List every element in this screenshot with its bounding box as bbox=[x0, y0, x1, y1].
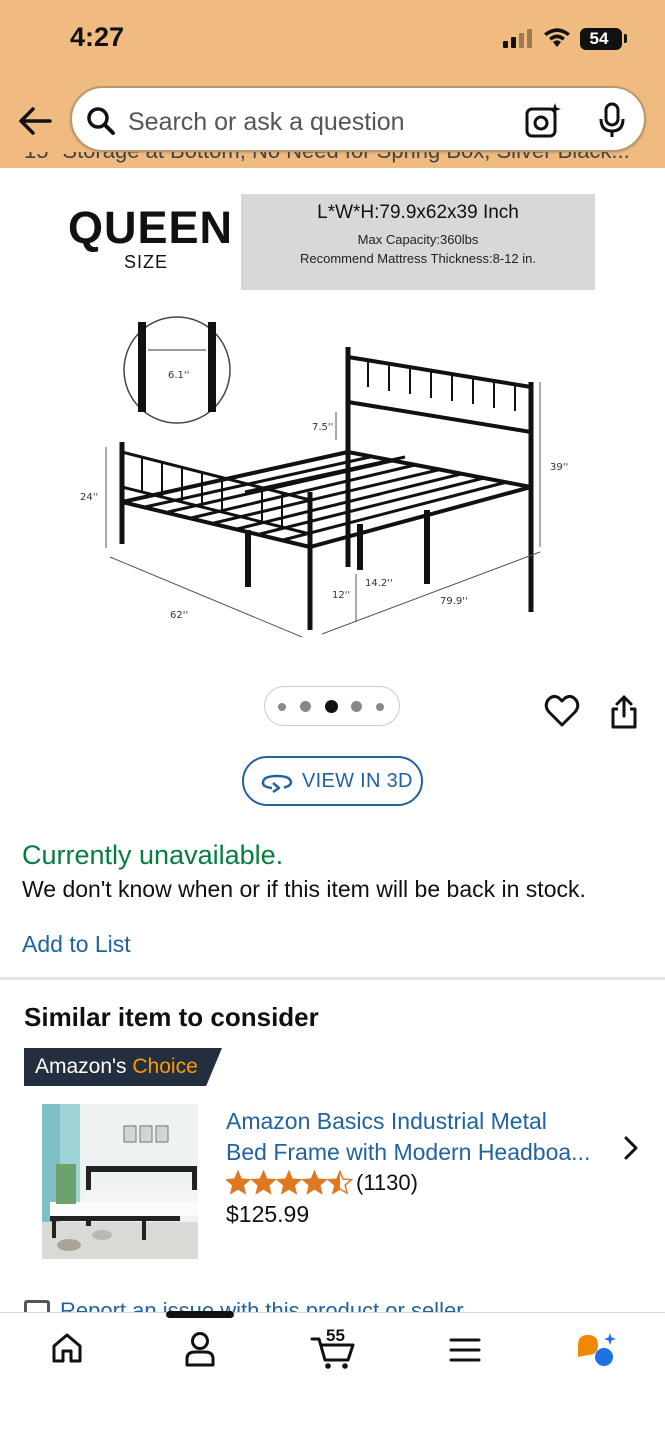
status-time: 4:27 bbox=[70, 22, 125, 52]
rating-star bbox=[275, 1170, 303, 1195]
add-to-list-link[interactable]: Add to List bbox=[22, 931, 131, 958]
product-title-cut: 15" Storage at Bottom, No Need for Sprin… bbox=[24, 152, 644, 172]
battery-cap bbox=[624, 34, 627, 43]
home-icon[interactable] bbox=[50, 1331, 84, 1365]
badge-accent: Choice bbox=[132, 1055, 198, 1078]
report-icon bbox=[24, 1300, 50, 1312]
rating-star bbox=[301, 1170, 328, 1195]
rotate-3d-icon bbox=[261, 774, 293, 794]
rufus-assistant-icon[interactable] bbox=[574, 1333, 618, 1369]
similar-item-title[interactable]: Amazon Basics Industrial Metal Bed Frame… bbox=[226, 1106, 616, 1168]
similar-title-line1: Amazon Basics Industrial Metal bbox=[226, 1108, 547, 1134]
cellular-signal-icon bbox=[503, 29, 537, 48]
spec-dimensions: L*W*H:79.9x62x39 Inch bbox=[317, 202, 519, 223]
carousel-dot-active bbox=[325, 700, 338, 713]
carousel-dot bbox=[351, 701, 362, 712]
search-input[interactable]: Search or ask a question bbox=[70, 86, 646, 152]
size-sub: SIZE bbox=[124, 252, 169, 272]
heart-icon[interactable] bbox=[544, 694, 580, 728]
microphone-icon[interactable] bbox=[596, 102, 628, 140]
similar-item-price: $125.99 bbox=[226, 1201, 310, 1227]
carousel-dot bbox=[300, 701, 311, 712]
camera-search-icon[interactable] bbox=[524, 102, 562, 140]
chevron-right-icon[interactable] bbox=[620, 1134, 642, 1162]
size-word: QUEEN bbox=[68, 202, 234, 253]
spec-capacity: Max Capacity:360lbs bbox=[357, 232, 479, 247]
footboard-height-label: 24'' bbox=[80, 492, 98, 503]
headboard-gap-label: 7.5'' bbox=[312, 422, 333, 433]
carousel-dot bbox=[376, 703, 384, 711]
availability-status: Currently unavailable. bbox=[22, 840, 284, 870]
home-indicator bbox=[166, 1311, 234, 1318]
image-carousel-dots[interactable] bbox=[264, 686, 400, 726]
length-label: 79.9'' bbox=[440, 596, 468, 607]
similar-item-image[interactable] bbox=[42, 1104, 198, 1259]
battery-level: 54 bbox=[589, 29, 609, 48]
view-in-3d-button[interactable]: VIEW IN 3D bbox=[242, 756, 423, 806]
width-label: 62'' bbox=[170, 610, 188, 621]
search-icon bbox=[87, 107, 115, 135]
amazons-choice-badge: Amazon's Choice bbox=[24, 1048, 222, 1086]
account-icon[interactable] bbox=[184, 1331, 216, 1367]
section-divider bbox=[0, 977, 665, 980]
report-issue-link[interactable]: Report an issue with this product or sel… bbox=[24, 1300, 644, 1312]
badge-prefix: Amazon's bbox=[35, 1055, 127, 1078]
back-arrow-icon[interactable] bbox=[16, 102, 54, 140]
leg-gap-label: 6.1'' bbox=[168, 370, 189, 381]
similar-title-line2: Bed Frame with Modern Headboa... bbox=[226, 1139, 591, 1165]
star-rating-icon bbox=[226, 1170, 354, 1195]
search-placeholder: Search or ask a question bbox=[128, 108, 405, 136]
report-issue-text: Report an issue with this product or sel… bbox=[60, 1300, 464, 1312]
header-bar: 4:27 54 Search or ask a question bbox=[0, 0, 665, 168]
rating-count[interactable]: (1130) bbox=[356, 1170, 418, 1196]
rating-star bbox=[250, 1170, 277, 1195]
similar-heading: Similar item to consider bbox=[24, 1002, 319, 1032]
product-image[interactable]: QUEEN SIZE L*W*H:79.9x62x39 Inch Max Cap… bbox=[0, 172, 665, 672]
carousel-dot bbox=[278, 703, 286, 711]
rating-star bbox=[326, 1170, 354, 1195]
share-icon[interactable] bbox=[609, 694, 639, 730]
view-in-3d-label: VIEW IN 3D bbox=[302, 770, 413, 792]
wifi-icon bbox=[544, 28, 570, 47]
spec-box: L*W*H:79.9x62x39 Inch Max Capacity:360lb… bbox=[241, 194, 595, 290]
height-label: 39'' bbox=[550, 462, 568, 473]
stock-message: We don't know when or if this item will … bbox=[22, 876, 586, 902]
cart-count-badge: 55 bbox=[326, 1326, 345, 1345]
clearance-label: 12'' bbox=[332, 590, 350, 601]
menu-icon[interactable] bbox=[449, 1337, 481, 1363]
battery-icon: 54 bbox=[580, 28, 622, 50]
mid-gap-label: 14.2'' bbox=[365, 578, 393, 589]
spec-mattress: Recommend Mattress Thickness:8-12 in. bbox=[299, 251, 537, 266]
bed-frame-drawing: 6.1'' 24'' 39'' 7.5'' 62'' 79.9'' 12'' 1… bbox=[80, 316, 568, 638]
rating-star bbox=[226, 1170, 252, 1195]
